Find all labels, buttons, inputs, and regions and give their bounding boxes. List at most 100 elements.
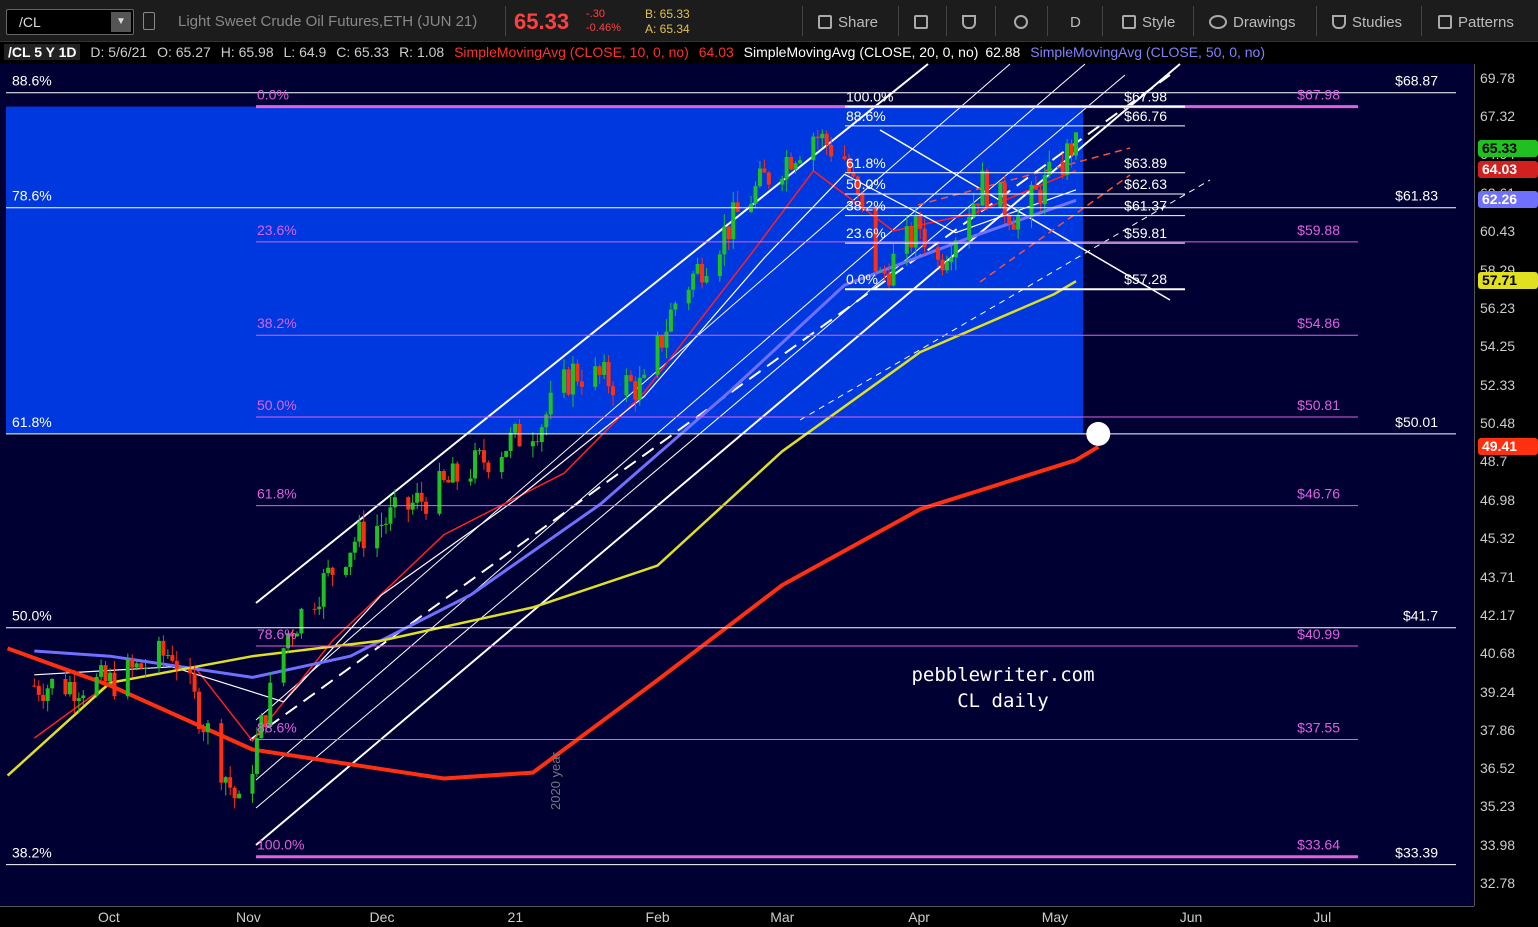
price-tick: 46.98 <box>1480 491 1516 508</box>
period-label: D <box>1070 13 1081 31</box>
pink-fib-price: $37.55 <box>1297 719 1340 735</box>
candle <box>281 647 286 687</box>
candle-body <box>1042 175 1047 205</box>
candle-body <box>477 450 482 452</box>
price-tick: 60.43 <box>1480 223 1516 240</box>
price-tick: 36.52 <box>1480 760 1516 777</box>
pink-fib-pct: 50.0% <box>257 397 297 413</box>
candle-body <box>628 375 633 382</box>
flask-button[interactable] <box>962 8 976 36</box>
candle-body <box>539 427 544 443</box>
candle-body <box>455 463 460 482</box>
candle-body <box>437 471 442 514</box>
price-tick: 56.23 <box>1480 299 1516 316</box>
share-button[interactable]: Share <box>818 8 878 36</box>
price-tick: 32.78 <box>1480 875 1516 892</box>
candle-body <box>143 667 148 669</box>
candle-body <box>726 226 731 240</box>
time-tick: 21 <box>507 909 524 925</box>
candle-body <box>446 480 451 483</box>
time-axis[interactable]: Oct Nov Dec 21 Feb Mar Apr May Jun Jul <box>0 906 1474 927</box>
period-button[interactable]: D <box>1070 8 1081 36</box>
symbol-input[interactable]: /CL ▼ <box>6 9 134 35</box>
pink-fib-pct: 78.6% <box>257 626 297 642</box>
small-fib-price: $59.81 <box>1124 225 1167 241</box>
candle-body <box>922 228 927 248</box>
style-button[interactable]: Style <box>1122 8 1175 36</box>
gear-icon <box>1014 15 1028 29</box>
big-fib-pct: 61.8% <box>12 414 52 430</box>
candle-body <box>940 259 945 271</box>
price-tick: 54.25 <box>1480 338 1516 355</box>
candle-body <box>570 363 575 395</box>
candle-body <box>976 203 981 206</box>
studies-label: Studies <box>1352 13 1403 31</box>
small-fib-pct: 100.0% <box>846 89 893 105</box>
candle-body <box>125 659 130 697</box>
small-fib-pct: 23.6% <box>846 225 886 241</box>
candle <box>873 207 878 278</box>
candle <box>219 718 224 791</box>
candle-body <box>81 695 86 699</box>
grid-button[interactable] <box>914 8 928 36</box>
candle-body <box>887 273 892 286</box>
settings-button[interactable] <box>1014 8 1028 36</box>
candle-body <box>878 271 883 273</box>
candle-body <box>757 168 762 187</box>
candle-body <box>174 660 179 670</box>
candle-body <box>112 672 117 697</box>
price-badge: 57.71 <box>1478 272 1538 290</box>
candle <box>94 673 99 698</box>
pink-fib-pct: 88.6% <box>257 719 297 735</box>
candle-body <box>936 247 940 260</box>
small-fib-price: $57.28 <box>1124 271 1167 287</box>
time-tick: Dec <box>369 909 395 925</box>
drawings-button[interactable]: Drawings <box>1209 8 1296 36</box>
candle-body <box>468 478 473 482</box>
time-tick: Apr <box>908 909 930 925</box>
candle <box>504 450 509 458</box>
candle-body <box>530 441 535 447</box>
grid-icon <box>914 15 928 29</box>
candle-body <box>944 262 949 271</box>
candle-body <box>450 463 455 483</box>
small-fib-pct: 88.6% <box>846 108 886 124</box>
price-tick: 33.98 <box>1480 837 1516 853</box>
header-sma10-value: 64.03 <box>698 44 734 60</box>
candle-body <box>379 524 384 527</box>
candle-body <box>165 655 170 657</box>
chevron-down-icon[interactable]: ▼ <box>111 12 131 32</box>
small-fib-price: $63.89 <box>1124 155 1167 171</box>
candle-body <box>170 655 175 661</box>
price-tick: 50.48 <box>1480 414 1516 431</box>
header-open: O: 65.27 <box>157 44 211 60</box>
patterns-button[interactable]: Patterns <box>1438 8 1514 36</box>
price-chart[interactable]: 88.6% $68.87 78.6% $61.83 61.8% $50.01 50.0% $4… <box>0 0 1538 927</box>
candle-body <box>664 331 669 348</box>
candle-body <box>722 226 727 255</box>
candle <box>655 331 660 378</box>
small-fib-pct: 61.8% <box>846 155 886 171</box>
candle-body <box>700 263 705 283</box>
candle-body <box>829 144 834 157</box>
pink-fib-pct: 100.0% <box>257 837 304 853</box>
candle-body <box>473 450 478 479</box>
candle-body <box>820 133 825 139</box>
price-axis[interactable]: 69.7867.3264.9462.6160.4358.2956.2354.25… <box>1474 64 1538 906</box>
candle <box>566 366 571 397</box>
candle-body <box>299 608 304 634</box>
candle-body <box>695 263 700 274</box>
link-icon[interactable] <box>143 12 155 30</box>
header-low: L: 64.9 <box>283 44 327 60</box>
candle-body <box>508 432 513 452</box>
studies-button[interactable]: Studies <box>1332 8 1402 36</box>
candle-body <box>904 226 909 254</box>
candle-body <box>384 523 388 525</box>
price-tick: 39.24 <box>1480 683 1516 700</box>
small-fib-pct: 0.0% <box>846 271 878 287</box>
candle-body <box>419 492 424 502</box>
candle-body <box>343 567 348 575</box>
big-fib-price: $61.83 <box>1395 188 1438 204</box>
candle-body <box>548 392 553 415</box>
candle-body <box>735 202 740 213</box>
